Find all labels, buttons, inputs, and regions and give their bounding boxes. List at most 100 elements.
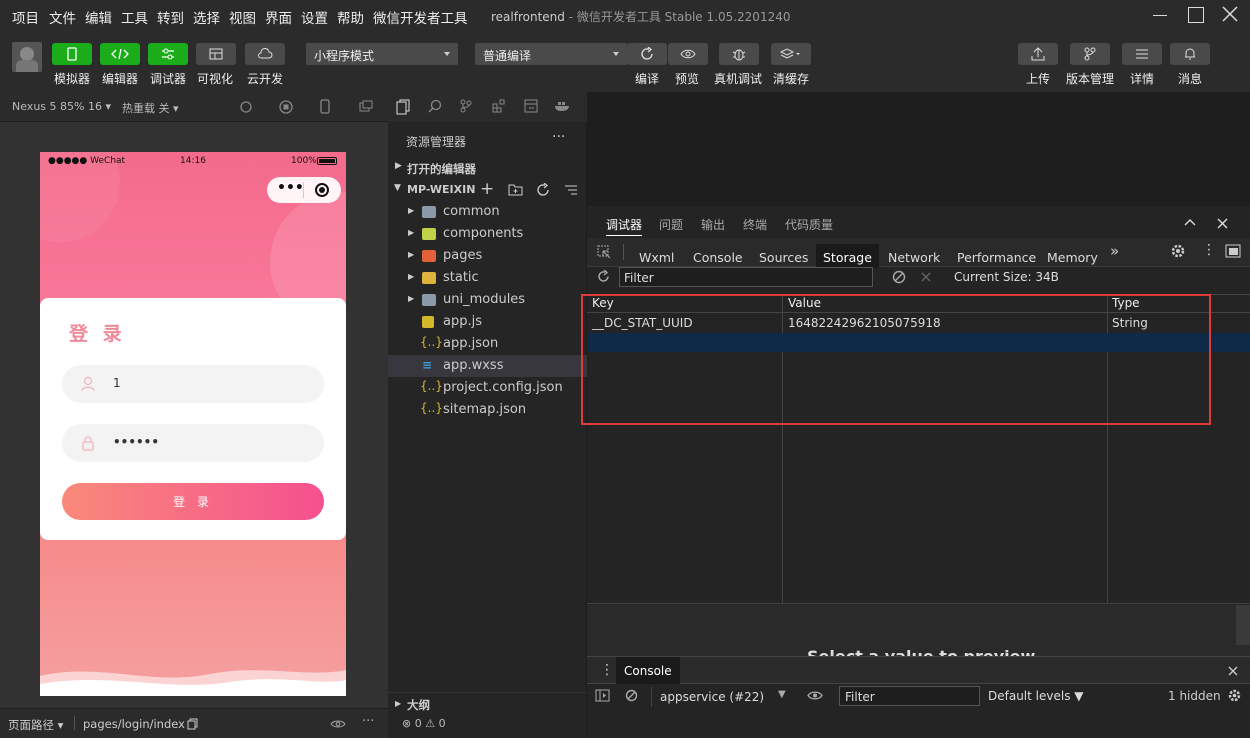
storage-filter-input[interactable]: Filter <box>619 267 873 287</box>
console-tab[interactable]: Console <box>616 657 680 684</box>
close-window-icon[interactable] <box>1222 6 1238 22</box>
simulator-toggle-button[interactable] <box>52 43 92 65</box>
more-dots-icon[interactable]: ••• <box>277 180 304 196</box>
messages-button[interactable] <box>1170 43 1210 65</box>
mini-program-capsule[interactable]: ••• <box>267 177 341 203</box>
files-icon[interactable] <box>396 99 410 115</box>
docker-icon[interactable] <box>554 100 572 112</box>
tree-file-app-json[interactable]: {..} app.json <box>388 333 587 355</box>
version-control-button[interactable] <box>1070 43 1110 65</box>
source-control-icon[interactable] <box>460 99 472 113</box>
dock-side-icon[interactable] <box>1225 244 1241 258</box>
tree-file-app-js[interactable]: app.js <box>388 311 587 333</box>
remote-debug-button[interactable] <box>719 43 759 65</box>
tab-performance[interactable]: Performance <box>950 244 1043 268</box>
more-icon[interactable]: ··· <box>362 714 374 729</box>
menu-file[interactable]: 文件 <box>49 7 76 27</box>
device-select[interactable]: Nexus 5 85% 16 ▾ <box>12 100 111 113</box>
tab-terminal[interactable]: 终端 <box>743 216 767 233</box>
explorer-more-icon[interactable]: ··· <box>552 129 565 145</box>
new-file-icon[interactable]: + <box>480 179 494 199</box>
close-miniprogram-icon[interactable] <box>315 183 329 197</box>
tree-folder-common[interactable]: ▶ common <box>388 201 587 223</box>
log-levels-select[interactable]: Default levels ▼ <box>988 689 1084 703</box>
menu-goto[interactable]: 转到 <box>157 7 184 27</box>
tab-sources[interactable]: Sources <box>752 244 815 268</box>
gear-icon[interactable] <box>1170 243 1186 259</box>
close-panel-icon[interactable] <box>1217 218 1228 229</box>
username-field[interactable]: 1 <box>62 365 324 403</box>
avatar[interactable] <box>12 42 42 72</box>
mode-select[interactable]: 小程序模式 <box>306 43 458 65</box>
new-folder-icon[interactable] <box>508 183 523 196</box>
menu-help[interactable]: 帮助 <box>337 7 364 27</box>
hot-reload-toggle[interactable]: 热重载 关 ▾ <box>122 100 179 116</box>
menu-wechat-devtools[interactable]: 微信开发者工具 <box>373 7 468 27</box>
context-select[interactable]: appservice (#22) ▼ <box>651 687 791 707</box>
refresh-explorer-icon[interactable] <box>536 183 550 197</box>
menu-project[interactable]: 项目 <box>12 7 39 27</box>
tab-storage[interactable]: Storage <box>816 244 879 268</box>
compile-button[interactable] <box>627 43 667 65</box>
tab-code-quality[interactable]: 代码质量 <box>785 216 833 233</box>
compile-mode-select[interactable]: 普通编译 <box>475 43 627 65</box>
refresh-icon[interactable] <box>597 270 610 283</box>
open-editors-section[interactable]: ▶ 打开的编辑器 <box>388 158 587 178</box>
debugger-toggle-button[interactable] <box>148 43 188 65</box>
inspect-element-icon[interactable] <box>597 245 611 259</box>
phone-icon[interactable] <box>320 99 330 114</box>
preview-panel-icon[interactable] <box>524 99 538 113</box>
tree-file-app-wxss[interactable]: ≡ app.wxss <box>388 355 587 377</box>
rotate-icon[interactable] <box>239 100 253 114</box>
eye-icon[interactable] <box>330 719 346 729</box>
block-icon[interactable] <box>892 270 906 284</box>
gear-icon[interactable] <box>1227 688 1242 703</box>
chevron-up-icon[interactable] <box>1184 218 1196 226</box>
details-button[interactable] <box>1122 43 1162 65</box>
clear-icon[interactable] <box>921 272 931 282</box>
eye-icon[interactable] <box>807 690 823 701</box>
tree-folder-uni-modules[interactable]: ▶ uni_modules <box>388 289 587 311</box>
kebab-menu-icon[interactable]: ⋮ <box>600 662 614 678</box>
editor-toggle-button[interactable] <box>100 43 140 65</box>
tree-folder-pages[interactable]: ▶ pages <box>388 245 587 267</box>
maximize-icon[interactable] <box>1188 7 1204 23</box>
menu-tools[interactable]: 工具 <box>121 7 148 27</box>
clear-console-icon[interactable] <box>625 689 638 702</box>
menu-view[interactable]: 视图 <box>229 7 256 27</box>
tree-folder-components[interactable]: ▶ components <box>388 223 587 245</box>
tab-output[interactable]: 输出 <box>701 216 725 233</box>
page-path-label[interactable]: 页面路径 ▾ <box>8 717 63 733</box>
tab-wxml[interactable]: Wxml <box>632 244 681 268</box>
project-section[interactable]: ▼ MP-WEIXIN + <box>388 179 587 200</box>
tree-file-project-config[interactable]: {..} project.config.json <box>388 377 587 399</box>
search-icon[interactable] <box>428 99 442 113</box>
sidebar-toggle-icon[interactable] <box>595 689 610 702</box>
menu-select[interactable]: 选择 <box>193 7 220 27</box>
tab-console[interactable]: Console <box>686 244 750 268</box>
tree-folder-static[interactable]: ▶ static <box>388 267 587 289</box>
extensions-icon[interactable] <box>492 99 506 113</box>
console-filter-input[interactable]: Filter <box>839 686 980 706</box>
tree-file-sitemap[interactable]: {..} sitemap.json <box>388 399 587 421</box>
menu-edit[interactable]: 编辑 <box>85 7 112 27</box>
menu-interface[interactable]: 界面 <box>265 7 292 27</box>
popout-icon[interactable] <box>359 100 373 112</box>
scrollbar[interactable] <box>1236 605 1250 645</box>
password-field[interactable]: •••••• <box>62 424 324 462</box>
kebab-menu-icon[interactable]: ⋮ <box>1202 242 1216 258</box>
copy-icon[interactable] <box>187 718 198 730</box>
stop-icon[interactable] <box>279 100 293 114</box>
menu-settings[interactable]: 设置 <box>301 7 328 27</box>
cloud-dev-button[interactable] <box>245 43 285 65</box>
problems-counter[interactable]: ⊗ 0 ⚠ 0 <box>402 717 446 730</box>
clear-cache-button[interactable] <box>771 43 811 65</box>
minimize-icon[interactable] <box>1153 15 1167 16</box>
tab-network[interactable]: Network <box>881 244 947 268</box>
collapse-all-icon[interactable] <box>564 184 578 196</box>
tab-memory[interactable]: Memory <box>1040 244 1105 268</box>
tab-problems[interactable]: 问题 <box>659 216 683 233</box>
tab-debugger[interactable]: 调试器 <box>606 216 643 236</box>
upload-button[interactable] <box>1018 43 1058 65</box>
close-drawer-icon[interactable] <box>1228 666 1238 676</box>
